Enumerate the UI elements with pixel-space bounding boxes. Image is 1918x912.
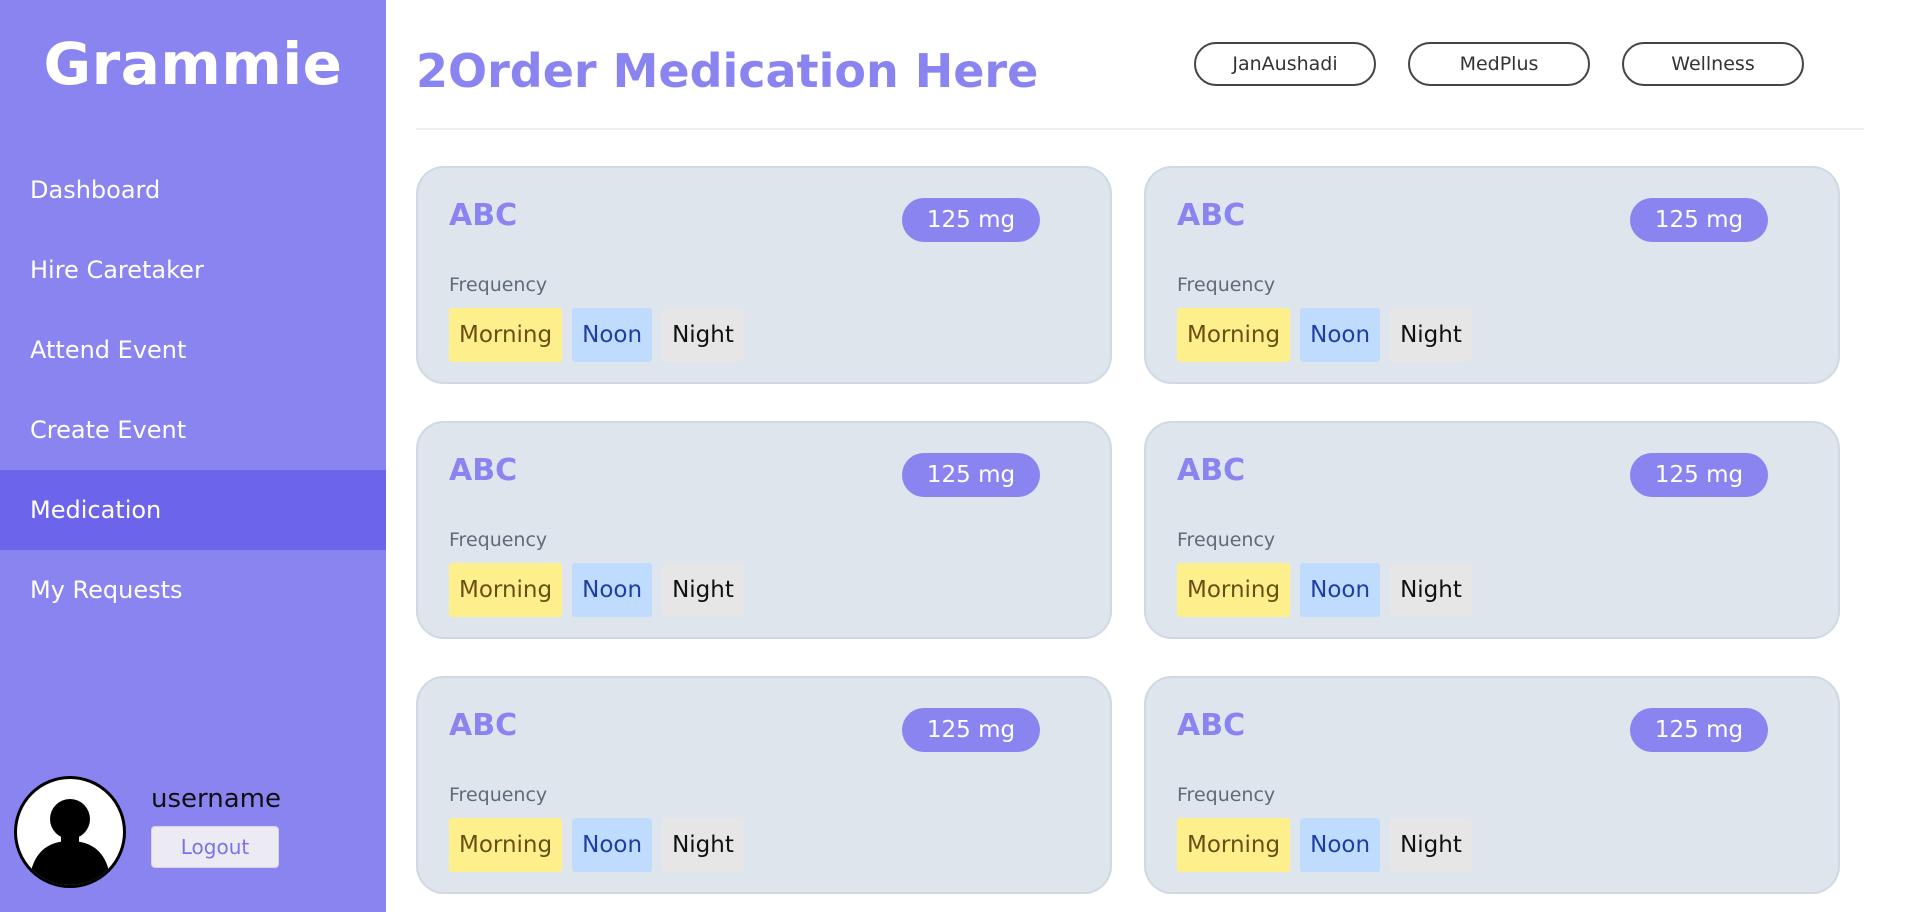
frequency-label: Frequency [449, 274, 548, 296]
user-profile: username Logout [14, 776, 374, 892]
sidebar-item-label: My Requests [30, 576, 183, 604]
dose-badge: 125 mg [902, 198, 1040, 242]
sidebar-nav: Dashboard Hire Caretaker Attend Event Cr… [0, 150, 386, 630]
sidebar-item-hire-caretaker[interactable]: Hire Caretaker [0, 230, 386, 310]
username: username [151, 784, 281, 814]
medication-name: ABC [1177, 708, 1246, 743]
frequency-label: Frequency [1177, 784, 1276, 806]
night-chip[interactable]: Night [1390, 563, 1472, 617]
frequency-label: Frequency [449, 529, 548, 551]
sidebar-item-attend-event[interactable]: Attend Event [0, 310, 386, 390]
sidebar-item-my-requests[interactable]: My Requests [0, 550, 386, 630]
dose-badge: 125 mg [1630, 198, 1768, 242]
night-chip[interactable]: Night [662, 818, 744, 872]
medication-card[interactable]: ABC 125 mg Frequency Morning Noon Night [1144, 676, 1840, 894]
medication-card[interactable]: ABC 125 mg Frequency Morning Noon Night [416, 676, 1112, 894]
medication-card[interactable]: ABC 125 mg Frequency Morning Noon Night [416, 421, 1112, 639]
medication-name: ABC [449, 453, 518, 488]
frequency-chips: Morning Noon Night [1177, 563, 1472, 617]
store-button-medplus[interactable]: MedPlus [1408, 42, 1590, 86]
store-button-wellness[interactable]: Wellness [1622, 42, 1804, 86]
store-button-janaushadi[interactable]: JanAushadi [1194, 42, 1376, 86]
noon-chip[interactable]: Noon [572, 818, 653, 872]
noon-chip[interactable]: Noon [1300, 563, 1381, 617]
morning-chip[interactable]: Morning [449, 818, 563, 872]
user-silhouette-icon [14, 776, 126, 888]
frequency-chips: Morning Noon Night [449, 308, 744, 362]
sidebar-item-label: Medication [30, 496, 162, 524]
sidebar-item-label: Hire Caretaker [30, 256, 204, 284]
medication-name: ABC [1177, 198, 1246, 233]
night-chip[interactable]: Night [1390, 308, 1472, 362]
main-content: 2Order Medication Here JanAushadi MedPlu… [386, 0, 1918, 912]
medication-name: ABC [449, 708, 518, 743]
medication-card[interactable]: ABC 125 mg Frequency Morning Noon Night [1144, 421, 1840, 639]
night-chip[interactable]: Night [662, 308, 744, 362]
medication-card[interactable]: ABC 125 mg Frequency Morning Noon Night [1144, 166, 1840, 384]
sidebar-item-label: Create Event [30, 416, 187, 444]
frequency-chips: Morning Noon Night [1177, 818, 1472, 872]
medication-card[interactable]: ABC 125 mg Frequency Morning Noon Night [416, 166, 1112, 384]
morning-chip[interactable]: Morning [1177, 818, 1291, 872]
sidebar-item-medication[interactable]: Medication [0, 470, 386, 550]
sidebar-item-create-event[interactable]: Create Event [0, 390, 386, 470]
frequency-label: Frequency [1177, 274, 1276, 296]
medication-name: ABC [1177, 453, 1246, 488]
noon-chip[interactable]: Noon [572, 308, 653, 362]
noon-chip[interactable]: Noon [572, 563, 653, 617]
morning-chip[interactable]: Morning [1177, 308, 1291, 362]
morning-chip[interactable]: Morning [449, 563, 563, 617]
sidebar-item-label: Dashboard [30, 176, 161, 204]
frequency-chips: Morning Noon Night [449, 563, 744, 617]
brand-logo: Grammie [43, 30, 343, 98]
logout-button[interactable]: Logout [151, 826, 279, 868]
dose-badge: 125 mg [1630, 708, 1768, 752]
header-divider [416, 128, 1864, 130]
dose-badge: 125 mg [1630, 453, 1768, 497]
frequency-label: Frequency [1177, 529, 1276, 551]
frequency-chips: Morning Noon Night [449, 818, 744, 872]
frequency-chips: Morning Noon Night [1177, 308, 1472, 362]
night-chip[interactable]: Night [662, 563, 744, 617]
dose-badge: 125 mg [902, 453, 1040, 497]
dose-badge: 125 mg [902, 708, 1040, 752]
night-chip[interactable]: Night [1390, 818, 1472, 872]
morning-chip[interactable]: Morning [1177, 563, 1291, 617]
morning-chip[interactable]: Morning [449, 308, 563, 362]
sidebar-item-label: Attend Event [30, 336, 187, 364]
sidebar: Grammie Dashboard Hire Caretaker Attend … [0, 0, 386, 912]
frequency-label: Frequency [449, 784, 548, 806]
sidebar-item-dashboard[interactable]: Dashboard [0, 150, 386, 230]
noon-chip[interactable]: Noon [1300, 818, 1381, 872]
page-title: 2Order Medication Here [416, 44, 1039, 98]
noon-chip[interactable]: Noon [1300, 308, 1381, 362]
medication-name: ABC [449, 198, 518, 233]
